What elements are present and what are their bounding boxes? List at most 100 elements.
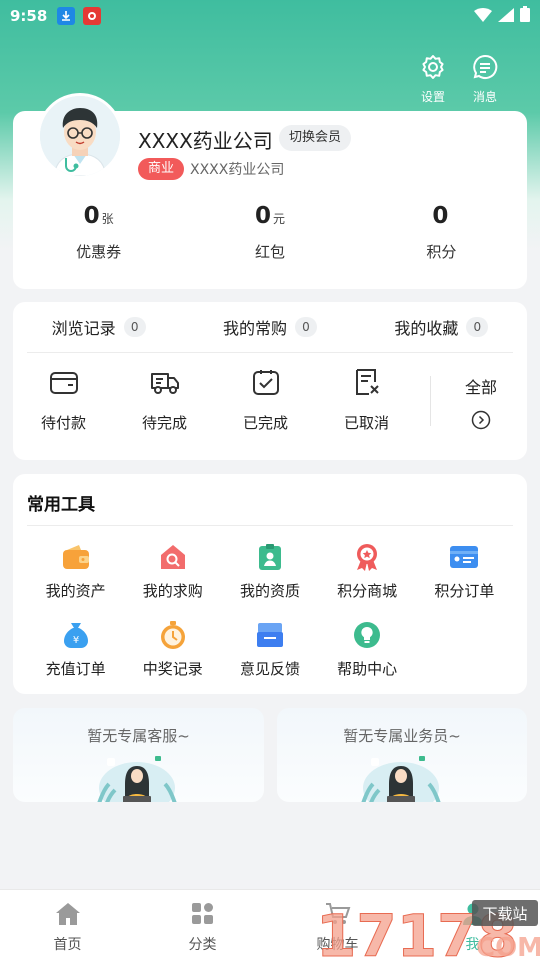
svg-text:¥: ¥ xyxy=(72,635,78,646)
order-all-button[interactable]: 全部 xyxy=(441,374,521,434)
feedback-box-icon xyxy=(255,620,285,650)
nav-category[interactable]: 分类 xyxy=(135,890,270,960)
quick-tabs: 浏览记录 0 我的常购 0 我的收藏 0 xyxy=(13,302,527,352)
order-status-label: 待付款 xyxy=(40,414,86,432)
download-notification-icon xyxy=(57,7,76,25)
watermark-suffix: COM xyxy=(476,933,540,960)
no-customer-service-text: 暂无专属客服~ xyxy=(87,727,190,745)
salesperson-card[interactable]: 暂无专属业务员~ xyxy=(277,708,527,802)
search-house-icon xyxy=(158,542,188,572)
tool-recharge-orders[interactable]: ¥ 充值订单 xyxy=(27,620,124,698)
order-all-label: 全部 xyxy=(464,378,497,397)
qualification-badge-icon xyxy=(255,542,285,572)
tool-feedback[interactable]: 意见反馈 xyxy=(221,620,318,698)
tab-browse-history[interactable]: 浏览记录 0 xyxy=(13,315,184,339)
tab-label: 我的收藏 xyxy=(394,319,459,338)
divider xyxy=(27,525,513,526)
tool-label: 我的资产 xyxy=(45,582,106,600)
profile-card: XXXX药业公司 切换会员 商业 XXXX药业公司 0张 优惠券 0元 红包 0… xyxy=(13,93,527,289)
settings-label: 设置 xyxy=(420,90,445,104)
cancelled-doc-icon xyxy=(352,368,382,400)
stat-unit: 元 xyxy=(272,212,285,226)
id-card-icon xyxy=(449,542,479,572)
watermark-sub: 下载站 xyxy=(482,905,527,923)
stat-label: 积分 xyxy=(426,243,457,261)
tool-prize-records[interactable]: 中奖记录 xyxy=(124,620,221,698)
business-badge: 商业 xyxy=(138,158,185,180)
tool-label: 帮助中心 xyxy=(337,660,398,678)
gear-icon xyxy=(420,54,446,84)
nav-label: 分类 xyxy=(188,937,217,953)
status-time: 9:58 xyxy=(10,7,48,25)
support-agent-illustration-icon xyxy=(351,748,451,802)
company-name: XXXX药业公司 xyxy=(138,129,273,153)
tools-grid: 我的资产 我的求购 我的资质 积分商城 积分订单 ¥ 充值订单 中奖记录 意见反… xyxy=(27,542,513,698)
stat-value: 0 xyxy=(432,203,449,229)
tool-label: 充值订单 xyxy=(45,660,106,678)
medal-icon xyxy=(352,542,382,572)
order-status-label: 已完成 xyxy=(242,414,288,432)
wallet-icon xyxy=(49,368,79,400)
lightbulb-icon xyxy=(352,620,382,650)
signal-icon xyxy=(498,7,514,26)
tab-count: 0 xyxy=(123,317,146,337)
avatar[interactable] xyxy=(37,93,123,179)
messages-label: 消息 xyxy=(472,90,497,104)
stat-value: 0 xyxy=(83,203,100,229)
customer-service-card[interactable]: 暂无专属客服~ xyxy=(13,708,264,802)
watermark-logo: 17178 下载站 COM xyxy=(316,898,540,960)
wifi-icon xyxy=(474,7,492,26)
prize-clock-icon xyxy=(158,620,188,650)
stat-unit: 张 xyxy=(101,212,114,226)
tool-label: 中奖记录 xyxy=(142,660,203,678)
order-pending-payment[interactable]: 待付款 xyxy=(13,368,114,433)
divider-vertical xyxy=(430,376,431,426)
tab-count: 0 xyxy=(295,317,317,337)
support-agent-illustration-icon xyxy=(87,748,187,802)
message-icon xyxy=(472,54,498,84)
tab-label: 我的常购 xyxy=(222,319,287,338)
tab-frequent-purchases[interactable]: 我的常购 0 xyxy=(184,315,355,339)
business-name: XXXX药业公司 xyxy=(190,162,285,178)
order-status-label: 待完成 xyxy=(141,414,187,432)
tool-my-assets[interactable]: 我的资产 xyxy=(27,542,124,620)
tool-points-orders[interactable]: 积分订单 xyxy=(416,542,513,620)
stat-label: 优惠券 xyxy=(76,243,122,261)
stat-red-packets[interactable]: 0元 红包 xyxy=(184,203,355,262)
tab-label: 浏览记录 xyxy=(51,319,116,338)
stats-row: 0张 优惠券 0元 红包 0 积分 xyxy=(13,203,527,262)
tool-points-mall[interactable]: 积分商城 xyxy=(319,542,416,620)
tool-label: 我的求购 xyxy=(142,582,203,600)
order-completed[interactable]: 已完成 xyxy=(215,368,316,433)
tab-favorites[interactable]: 我的收藏 0 xyxy=(356,315,527,339)
tool-help-center[interactable]: 帮助中心 xyxy=(319,620,416,698)
stat-coupons[interactable]: 0张 优惠券 xyxy=(13,203,184,262)
tool-label: 积分商城 xyxy=(337,582,398,600)
switch-member-button[interactable]: 切换会员 xyxy=(279,125,352,151)
header-actions: 设置 消息 xyxy=(418,54,500,105)
messages-button[interactable]: 消息 xyxy=(470,54,500,105)
tool-my-qualifications[interactable]: 我的资质 xyxy=(221,542,318,620)
tool-my-requests[interactable]: 我的求购 xyxy=(124,542,221,620)
tool-label: 我的资质 xyxy=(239,582,300,600)
status-bar: 9:58 xyxy=(0,0,540,32)
delivery-truck-icon xyxy=(149,368,181,400)
no-salesperson-text: 暂无专属业务员~ xyxy=(343,727,461,745)
order-pending-completion[interactable]: 待完成 xyxy=(114,368,215,433)
assets-wallet-icon xyxy=(61,542,91,572)
tools-card: 常用工具 我的资产 我的求购 我的资质 积分商城 积分订单 ¥ 充值订单 中奖记… xyxy=(13,474,527,694)
settings-button[interactable]: 设置 xyxy=(418,54,448,105)
divider xyxy=(27,352,513,353)
stat-label: 红包 xyxy=(254,243,285,261)
money-bag-icon: ¥ xyxy=(61,620,91,650)
tab-count: 0 xyxy=(466,317,489,337)
tools-title: 常用工具 xyxy=(27,495,95,515)
nav-home[interactable]: 首页 xyxy=(0,890,135,960)
app-notification-icon xyxy=(83,7,102,25)
orders-card: 浏览记录 0 我的常购 0 我的收藏 0 待付款 待完成 已完成 已取消 全部 xyxy=(13,302,527,460)
nav-label: 首页 xyxy=(53,937,82,953)
stat-points[interactable]: 0 积分 xyxy=(356,203,527,262)
order-cancelled[interactable]: 已取消 xyxy=(316,368,417,433)
home-icon xyxy=(55,902,81,930)
order-status-label: 已取消 xyxy=(343,414,389,432)
